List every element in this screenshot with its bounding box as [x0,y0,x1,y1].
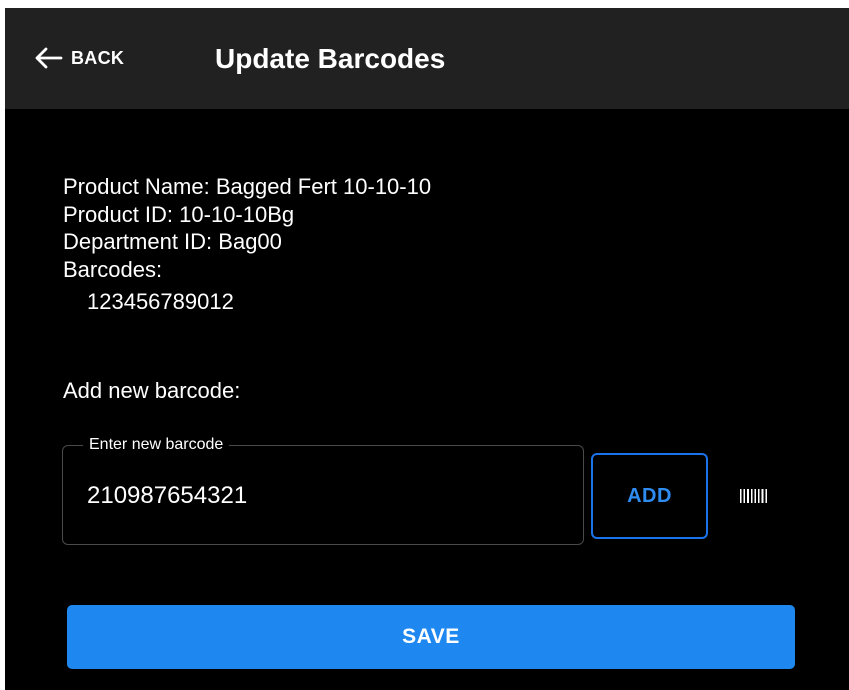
arrow-left-icon [35,47,63,69]
add-button[interactable]: ADD [591,453,708,539]
new-barcode-field[interactable]: Enter new barcode [62,436,584,545]
barcodes-label: Barcodes: [63,256,163,282]
app-screen: BACK Update Barcodes Product Name: Bagge… [5,8,849,690]
department-id: Department ID: Bag00 [63,229,282,254]
product-id: Product ID: 10-10-10Bg [63,201,295,227]
back-button[interactable]: BACK [33,38,124,78]
barcode-item: 123456789012 [87,289,234,314]
barcode-scan-icon [740,489,767,503]
back-label: BACK [71,47,125,68]
app-bar: BACK Update Barcodes [5,8,849,109]
product-info: Product Name: Bagged Fert 10-10-10 Produ… [63,173,431,316]
new-barcode-field-label: Enter new barcode [83,436,230,454]
new-barcode-input[interactable] [87,480,557,512]
save-button[interactable]: SAVE [67,605,795,669]
product-name: Product Name: Bagged Fert 10-10-10 [63,174,432,199]
add-barcode-heading: Add new barcode: [63,378,241,403]
page-title: Update Barcodes [215,43,446,74]
barcode-scan-button[interactable] [738,486,774,506]
